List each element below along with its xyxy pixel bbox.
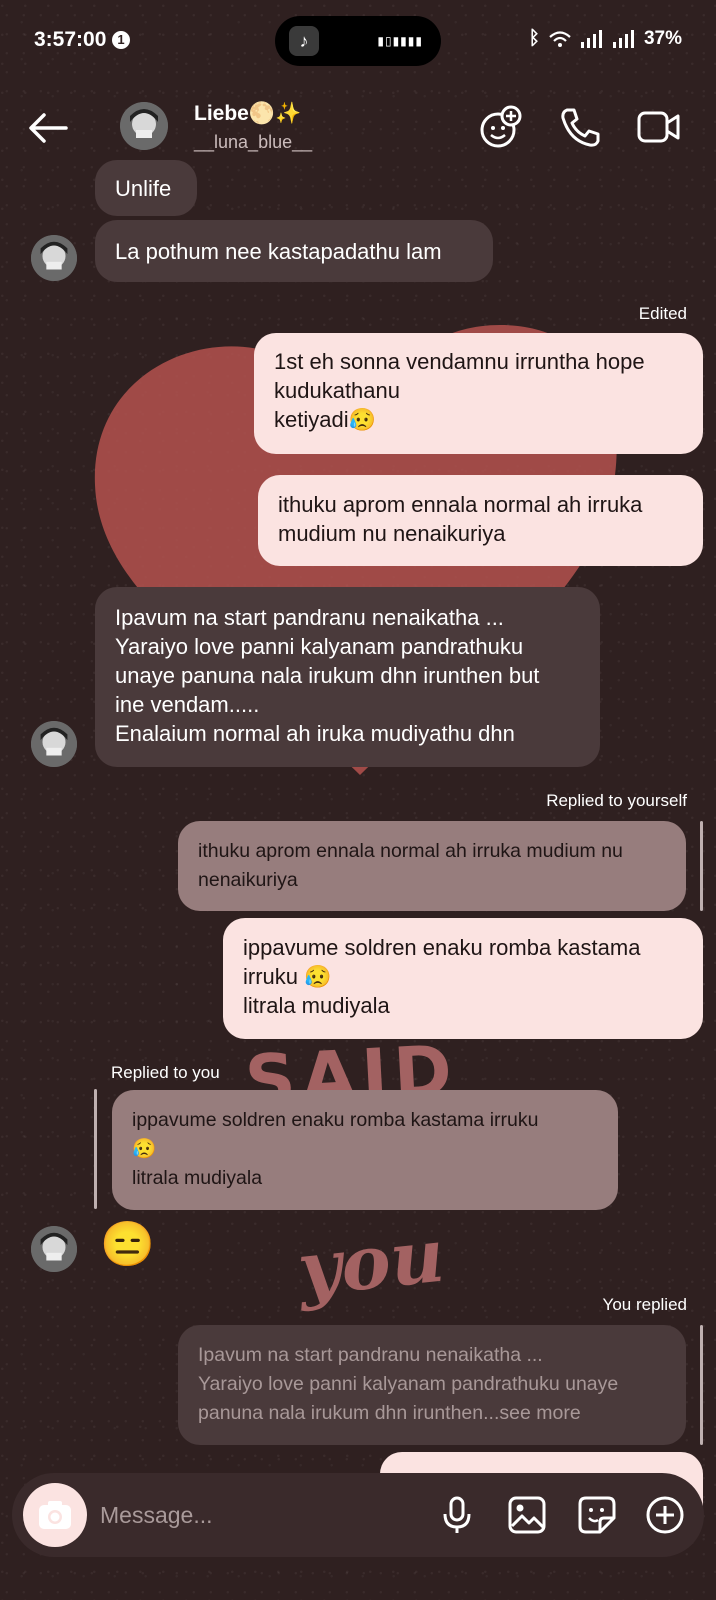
message-me-1st-eh[interactable]: 1st eh sonna vendamnu irruntha hope kudu… [254, 333, 703, 454]
message-composer [12, 1473, 704, 1557]
message-them-unlife[interactable]: Unlife [95, 160, 197, 216]
message-me-ippavume[interactable]: ippavume soldren enaku romba kastama irr… [223, 918, 703, 1039]
sender-avatar[interactable] [31, 1226, 77, 1272]
you-replied-label: You replied [602, 1295, 687, 1314]
gallery-icon[interactable] [506, 1494, 548, 1536]
contact-username[interactable]: __luna_blue__ [194, 132, 312, 153]
add-effect-icon[interactable] [478, 104, 524, 150]
quoted-message-you[interactable]: ippavume soldren enaku romba kastama irr… [112, 1090, 618, 1210]
reply-indicator-bar [700, 1325, 703, 1445]
camera-icon [39, 1501, 71, 1529]
microphone-icon[interactable] [436, 1494, 478, 1536]
add-icon[interactable] [644, 1494, 686, 1536]
status-icons: ᛒ 37% [529, 28, 682, 50]
dynamic-island[interactable]: ♪ ▮▯▮▮▮▮ [275, 16, 441, 66]
status-bar: 3:57:00 1 ♪ ▮▯▮▮▮▮ ᛒ 37% [0, 0, 716, 82]
signal-icon-1 [580, 30, 602, 48]
music-note-icon: ♪ [289, 26, 319, 56]
reply-indicator-bar [94, 1089, 97, 1209]
status-time: 3:57:00 [34, 28, 107, 51]
camera-button[interactable] [23, 1483, 87, 1547]
back-arrow-icon[interactable] [26, 108, 70, 148]
avatar-photo-icon [31, 1226, 77, 1272]
message-input[interactable] [100, 1497, 390, 1533]
replied-to-yourself-label: Replied to yourself [546, 791, 687, 810]
phone-call-icon[interactable] [558, 104, 604, 150]
waveform-icon: ▮▯▮▮▮▮ [377, 34, 423, 48]
quoted-message-ipavum[interactable]: Ipavum na start pandranu nenaikatha ... … [178, 1325, 686, 1445]
notification-count-badge: 1 [112, 31, 130, 49]
avatar-photo-icon [31, 235, 77, 281]
chat-header: Liebe🌕✨ __luna_blue__ [0, 90, 716, 170]
chat-screen: SAID YOU 3:57:00 1 ♪ ▮▯▮▮▮▮ ᛒ 37% [0, 0, 716, 1600]
edited-label: Edited [638, 304, 687, 323]
sticker-icon[interactable] [576, 1494, 618, 1536]
replied-to-you-label: Replied to you [111, 1063, 220, 1082]
contact-name[interactable]: Liebe🌕✨ [194, 102, 301, 126]
avatar-photo-icon [31, 721, 77, 767]
background-word-you: YOU [293, 1212, 449, 1314]
signal-icon-2 [612, 30, 634, 48]
contact-avatar[interactable] [120, 102, 168, 150]
bluetooth-icon: ᛒ [528, 28, 540, 49]
wifi-icon [549, 31, 571, 47]
reply-indicator-bar [700, 821, 703, 911]
quoted-message-self[interactable]: ithuku aprom ennala normal ah irruka mud… [178, 821, 686, 911]
video-call-icon[interactable] [636, 104, 682, 150]
sender-avatar[interactable] [31, 721, 77, 767]
message-them-ipavum[interactable]: Ipavum na start pandranu nenaikatha ... … [95, 587, 600, 767]
message-me-ithuku[interactable]: ithuku aprom ennala normal ah irruka mud… [258, 475, 703, 566]
message-them-la-pothum[interactable]: La pothum nee kastapadathu lam [95, 220, 493, 282]
message-them-emoji[interactable]: 😑 [100, 1218, 155, 1270]
battery-level: 37% [643, 28, 682, 49]
avatar-photo-icon [120, 102, 168, 150]
sender-avatar[interactable] [31, 235, 77, 281]
